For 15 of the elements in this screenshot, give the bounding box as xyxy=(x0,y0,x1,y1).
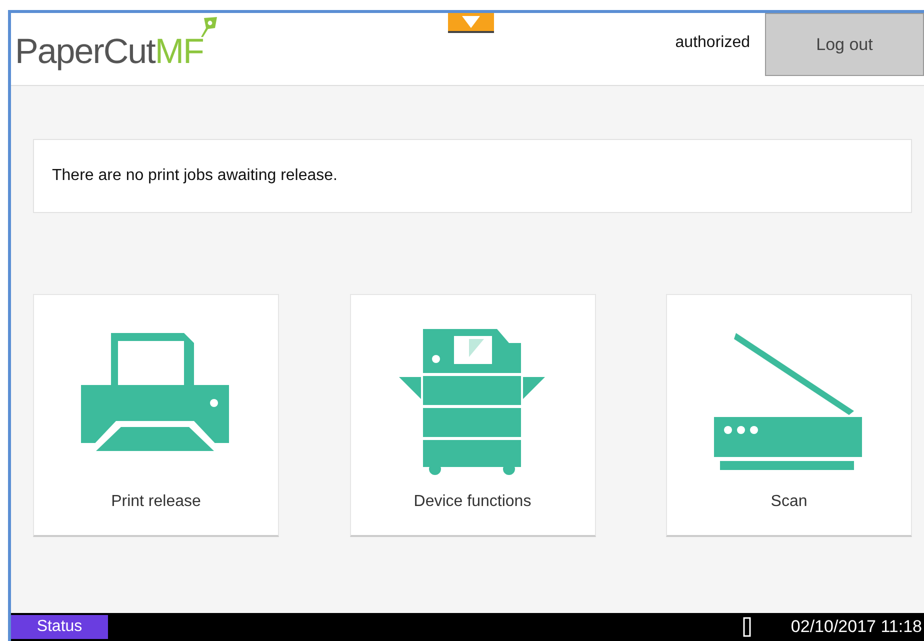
scanner-icon xyxy=(714,333,864,473)
logout-button[interactable]: Log out xyxy=(765,13,924,76)
function-tile[interactable]: Device functions xyxy=(350,294,596,537)
papercut-logo: PaperCutMF xyxy=(15,31,204,73)
date-time: 02/10/2017 11:18 xyxy=(790,617,922,637)
status-button[interactable]: Status xyxy=(11,615,108,639)
leaf-icon xyxy=(201,17,218,37)
function-tile[interactable]: Scan xyxy=(666,294,912,537)
function-tile[interactable]: Print release xyxy=(33,294,279,537)
message-text: There are no print jobs awaiting release. xyxy=(52,167,338,185)
pull-down-tab[interactable] xyxy=(448,13,494,33)
battery-icon xyxy=(742,617,751,637)
copier-icon xyxy=(398,329,546,477)
user-name: authorized xyxy=(675,34,750,52)
triangle-down-icon xyxy=(462,16,480,28)
